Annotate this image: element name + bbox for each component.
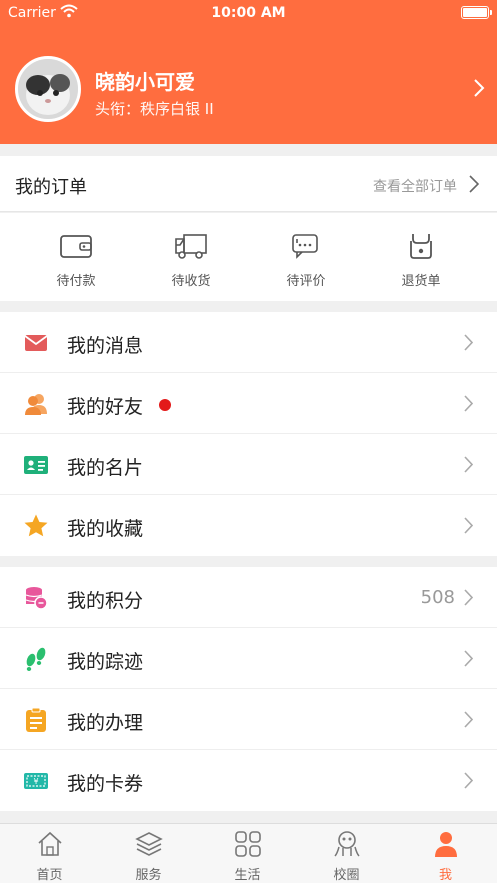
- menu-item-points[interactable]: 我的积分 508: [0, 567, 497, 628]
- menu-group-2: 我的积分 508 我的踪迹 我的办理 ¥ 我的卡券: [0, 567, 497, 811]
- truck-icon: [175, 234, 207, 259]
- menu-item-messages[interactable]: 我的消息: [0, 312, 497, 373]
- chevron-right-icon: [464, 589, 473, 606]
- menu-item-label: 我的办理: [67, 712, 144, 734]
- menu-item-label: 我的积分: [67, 590, 144, 612]
- chevron-right-icon: [464, 334, 473, 351]
- chevron-right-icon: [464, 772, 473, 789]
- order-item-label: 待收货: [171, 274, 211, 289]
- return-icon: [410, 234, 432, 259]
- mail-icon: [24, 335, 48, 351]
- ticket-icon: ¥: [24, 773, 48, 789]
- layers-icon: [135, 832, 163, 856]
- order-item-label: 待评价: [286, 274, 326, 289]
- my-orders-header[interactable]: 我的订单 查看全部订单: [0, 156, 497, 212]
- friends-icon: [25, 394, 47, 415]
- menu-item-friends[interactable]: 我的好友: [0, 373, 497, 434]
- user-icon: [435, 832, 457, 857]
- chevron-right-icon: [474, 79, 485, 97]
- menu-item-label: 我的踪迹: [67, 651, 144, 673]
- menu-item-coupons[interactable]: ¥ 我的卡券: [0, 750, 497, 811]
- cat-avatar-image: [18, 59, 78, 119]
- chevron-right-icon: [464, 711, 473, 728]
- tab-label: 我: [438, 868, 452, 883]
- profile-row[interactable]: 晓韵小可爱 头衔：秩序白银 II: [0, 52, 497, 128]
- menu-item-footprints[interactable]: 我的踪迹: [0, 628, 497, 689]
- my-orders-title: 我的订单: [15, 177, 87, 198]
- order-item-label: 退货单: [401, 274, 441, 289]
- menu-group-1: 我的消息 我的好友 我的名片 我的收藏: [0, 312, 497, 556]
- order-pending-review[interactable]: 待评价: [249, 213, 363, 301]
- status-time: 10:00 AM: [211, 5, 286, 21]
- chevron-right-icon: [464, 650, 473, 667]
- menu-item-label: 我的消息: [67, 335, 144, 357]
- menu-item-label: 我的好友: [67, 396, 144, 418]
- wallet-icon: [60, 235, 92, 258]
- chevron-right-icon: [464, 456, 473, 473]
- order-item-label: 待付款: [56, 274, 96, 289]
- chat-icon: [292, 234, 318, 259]
- order-pending-payment[interactable]: 待付款: [19, 213, 133, 301]
- clipboard-icon: [26, 707, 46, 732]
- tab-me[interactable]: 我: [396, 824, 495, 883]
- tab-label: 首页: [36, 868, 63, 883]
- menu-item-business-card[interactable]: 我的名片: [0, 434, 497, 495]
- tab-label: 服务: [135, 868, 162, 883]
- grid-icon: [235, 831, 261, 857]
- menu-item-label: 我的收藏: [67, 518, 144, 540]
- star-icon: [24, 514, 48, 537]
- order-status-bar: 待付款 待收货 待评价 退货单: [0, 213, 497, 301]
- tab-label: 校圈: [333, 868, 360, 883]
- card-icon: [24, 456, 48, 474]
- user-rank: 头衔：秩序白银 II: [95, 100, 214, 118]
- coins-icon: [25, 587, 48, 610]
- footprint-icon: [26, 647, 46, 671]
- menu-item-applications[interactable]: 我的办理: [0, 689, 497, 750]
- tab-services[interactable]: 服务: [99, 824, 198, 883]
- battery-icon: [461, 6, 492, 19]
- view-all-orders-link[interactable]: 查看全部订单: [373, 176, 457, 196]
- chevron-right-icon: [469, 175, 479, 193]
- tab-label: 生活: [234, 868, 261, 883]
- tab-life[interactable]: 生活: [198, 824, 297, 883]
- avatar[interactable]: [15, 56, 81, 122]
- order-pending-receipt[interactable]: 待收货: [134, 213, 248, 301]
- status-bar: Carrier 10:00 AM: [0, 0, 497, 26]
- tab-campus[interactable]: 校圈: [297, 824, 396, 883]
- tab-home[interactable]: 首页: [0, 824, 99, 883]
- bottom-tab-bar: 首页 服务 生活 校圈 我: [0, 823, 497, 883]
- campus-icon: [334, 831, 360, 857]
- menu-item-label: 我的名片: [67, 457, 144, 479]
- home-icon: [38, 831, 62, 856]
- points-value: 508: [420, 587, 455, 608]
- menu-item-label: 我的卡券: [67, 773, 144, 795]
- notification-badge: [159, 399, 171, 411]
- order-returns[interactable]: 退货单: [364, 213, 478, 301]
- profile-header: Carrier 10:00 AM 晓韵小可爱 头衔：秩序白银 II: [0, 0, 497, 144]
- user-name: 晓韵小可爱: [95, 70, 195, 94]
- svg-text:¥: ¥: [33, 777, 38, 786]
- menu-item-favorites[interactable]: 我的收藏: [0, 495, 497, 556]
- chevron-right-icon: [464, 395, 473, 412]
- chevron-right-icon: [464, 517, 473, 534]
